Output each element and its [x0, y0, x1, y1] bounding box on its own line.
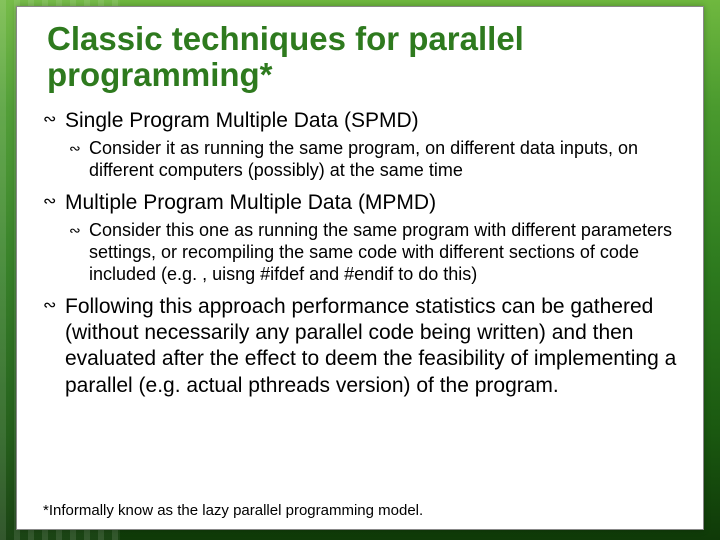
- sub-list-mpmd: Consider this one as running the same pr…: [65, 220, 677, 286]
- bullet-following: Following this approach performance stat…: [65, 294, 677, 399]
- sub-bullet-mpmd: Consider this one as running the same pr…: [89, 220, 677, 286]
- sub-bullet-spmd-text: Consider it as running the same program,…: [89, 138, 638, 180]
- bullet-spmd: Single Program Multiple Data (SPMD) Cons…: [65, 108, 677, 182]
- footnote: *Informally know as the lazy parallel pr…: [43, 502, 423, 519]
- bullet-following-text: Following this approach performance stat…: [65, 295, 676, 397]
- slide-card: Classic techniques for parallel programm…: [16, 6, 704, 530]
- bullet-mpmd-text: Multiple Program Multiple Data (MPMD): [65, 191, 436, 214]
- sub-bullet-spmd: Consider it as running the same program,…: [89, 138, 677, 182]
- bullet-list: Single Program Multiple Data (SPMD) Cons…: [47, 108, 677, 399]
- bullet-mpmd: Multiple Program Multiple Data (MPMD) Co…: [65, 190, 677, 286]
- bullet-spmd-text: Single Program Multiple Data (SPMD): [65, 109, 419, 132]
- sub-list-spmd: Consider it as running the same program,…: [65, 138, 677, 182]
- sub-bullet-mpmd-text: Consider this one as running the same pr…: [89, 220, 672, 284]
- slide-title: Classic techniques for parallel programm…: [47, 21, 677, 94]
